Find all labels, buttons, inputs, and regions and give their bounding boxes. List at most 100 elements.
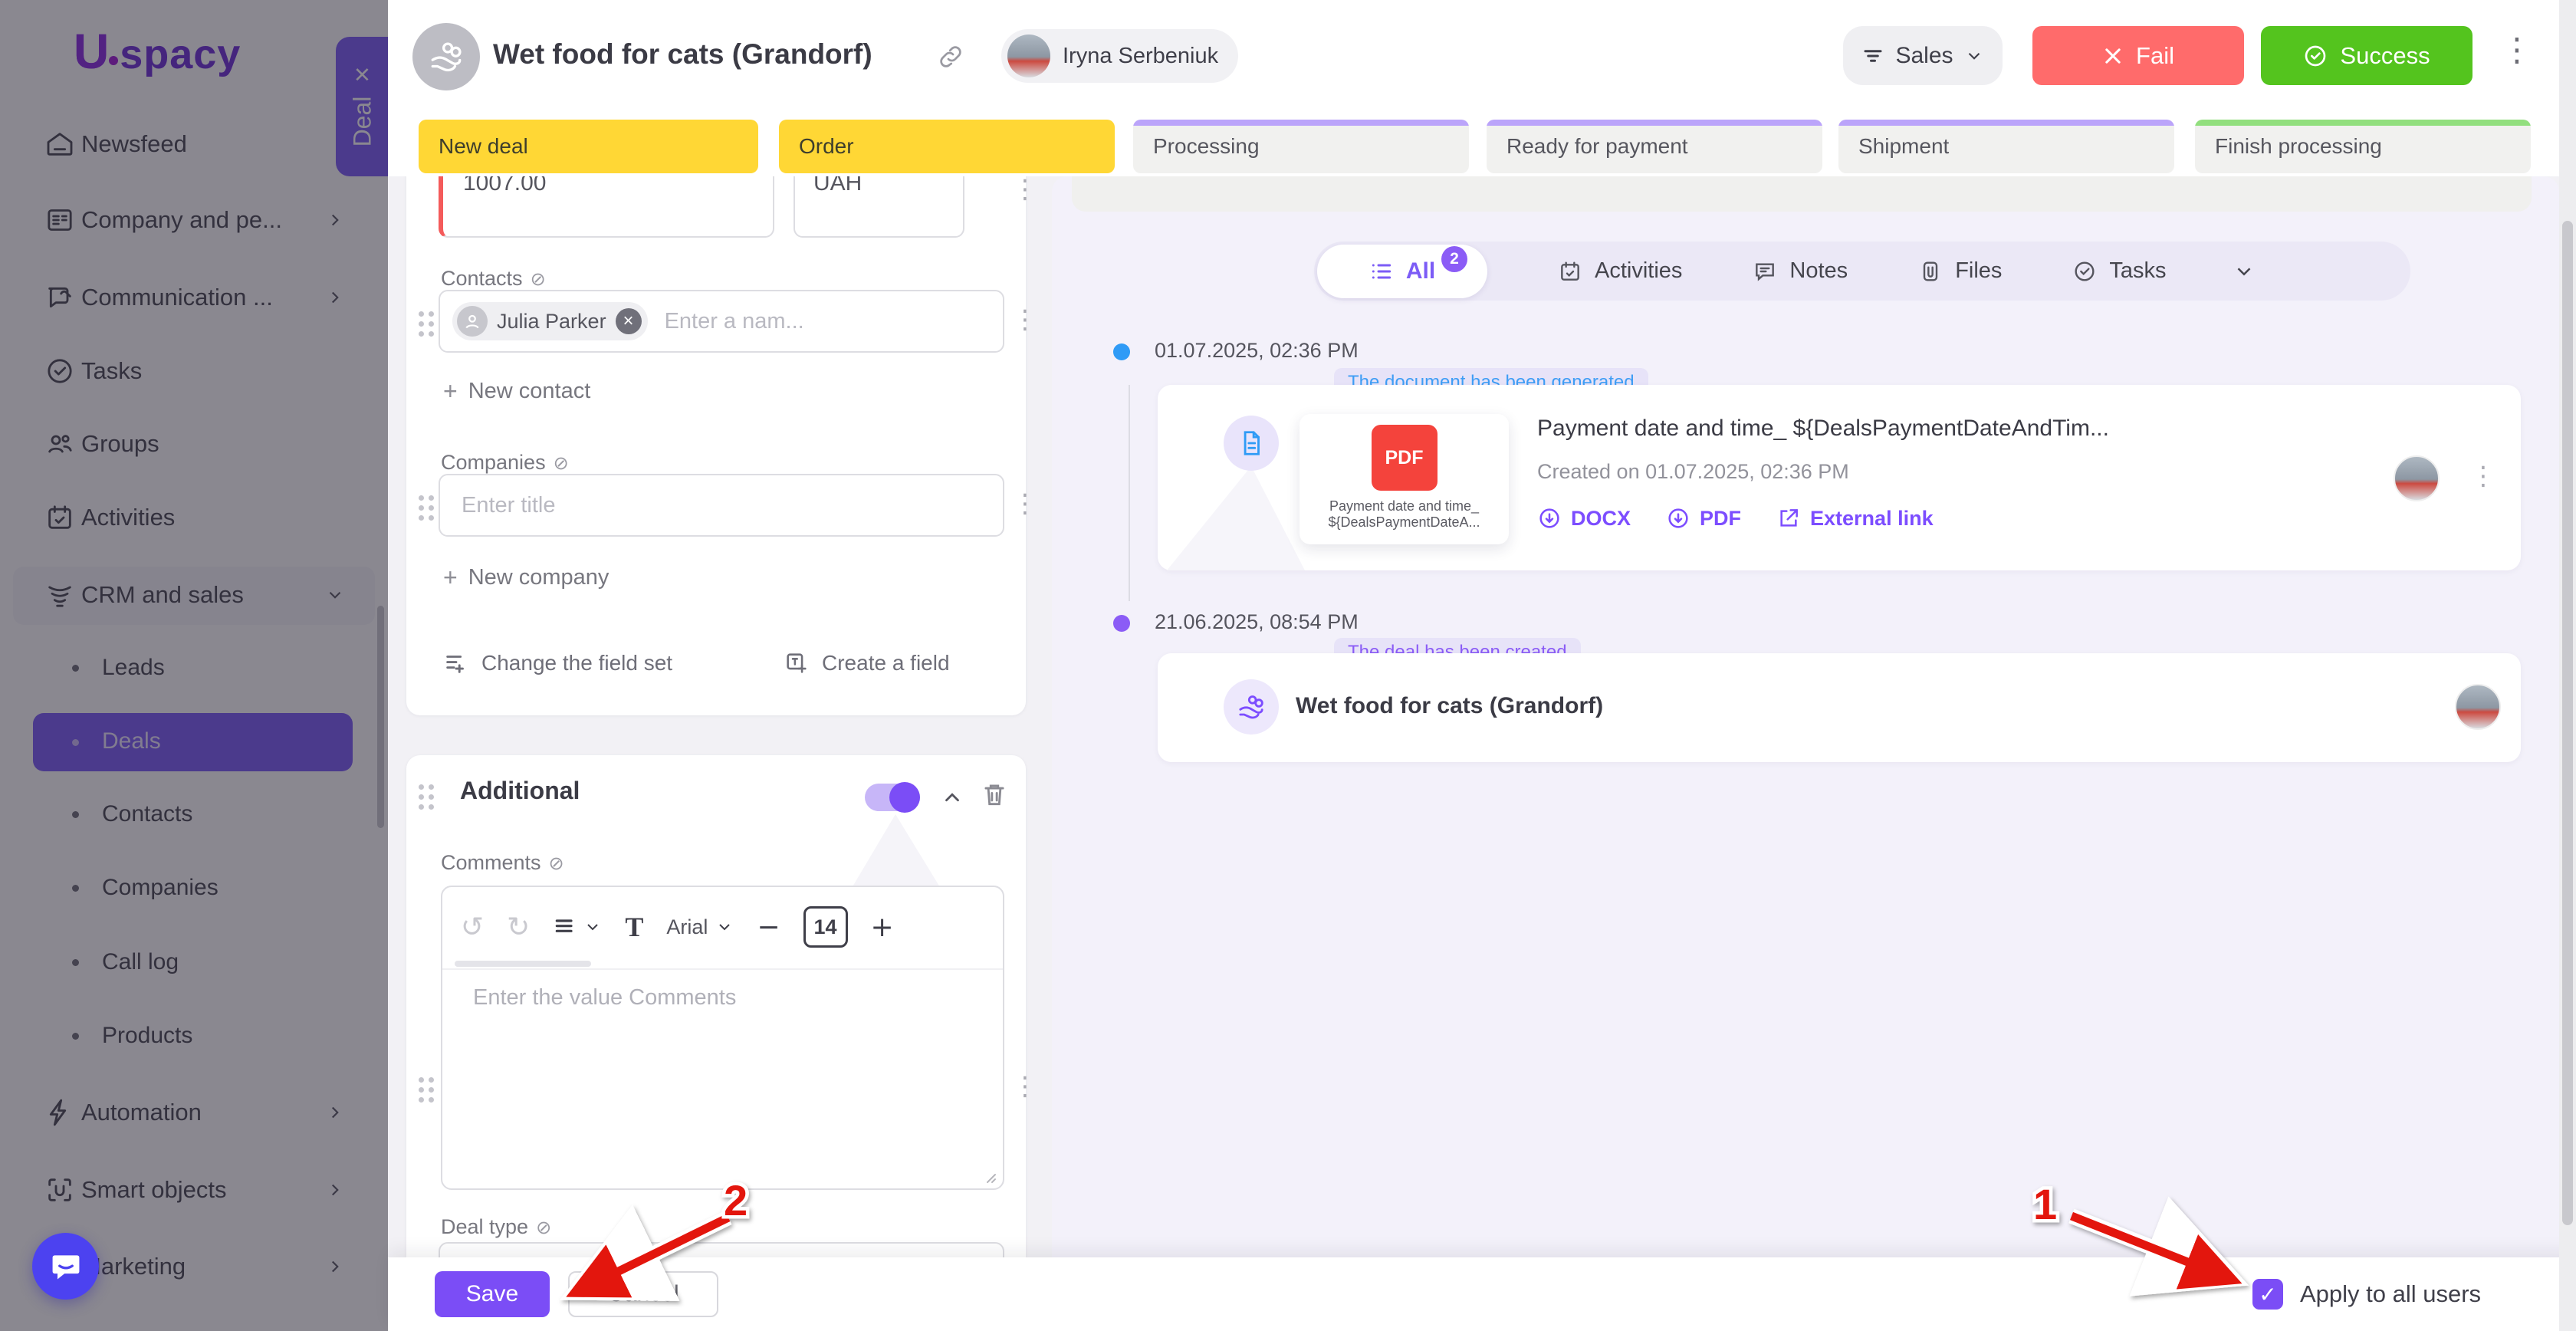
chat-bubble-icon [49,1250,83,1283]
fail-button[interactable]: Fail [2032,26,2244,85]
amount-field[interactable]: 1007.00 [439,176,774,238]
timeline-dot [1113,343,1130,360]
timeline-date: 01.07.2025, 02:36 PM [1155,339,1359,363]
tab-all[interactable]: All 2 [1317,245,1487,298]
new-company-button[interactable]: +New company [443,564,609,592]
stage-label: New deal [439,134,528,159]
stage-new-deal[interactable]: New deal [419,120,758,173]
tab-activities[interactable]: Activities [1558,258,1682,284]
field-menu-icon[interactable]: ⋮ [1012,307,1038,333]
field-menu-icon[interactable]: ⋮ [1012,491,1038,517]
new-contact-button[interactable]: +New contact [443,377,590,406]
font-smaller-icon[interactable]: − [757,912,780,943]
companies-field[interactable]: Enter title [439,474,1004,537]
field-menu-icon[interactable]: ⋮ [1012,176,1038,202]
deal-type-field[interactable] [439,1242,1004,1257]
additional-toggle[interactable] [865,784,920,811]
align-menu[interactable] [553,915,602,939]
assignee-name: Iryna Serbeniuk [1063,44,1218,69]
modal-body: 1007.00 UAH ⋮ Contacts⊘ Julia Parker × E… [388,176,2576,1257]
field-menu-icon[interactable]: ⋮ [1012,1073,1038,1099]
apply-to-all-label: Apply to all users [2300,1280,2481,1308]
calendar-icon [1558,259,1582,284]
stage-order[interactable]: Order [779,120,1115,173]
handshake-icon [427,38,465,76]
stage-ready-for-payment[interactable]: Ready for payment [1487,120,1822,173]
text-style-icon[interactable]: T [625,911,643,943]
font-larger-icon[interactable]: + [871,912,894,943]
modal-dim-overlay [0,0,388,1331]
comments-label: Comments⊘ [441,851,564,875]
stage-processing[interactable]: Processing [1133,120,1469,173]
save-button[interactable]: Save [435,1271,550,1317]
funnel-label: Sales [1895,43,1953,69]
hidden-field-icon: ⊘ [531,268,546,290]
funnel-icon [1861,44,1884,67]
font-size-box[interactable]: 14 [803,906,848,948]
resize-handle-icon[interactable] [983,1170,997,1184]
deal-fields-card: 1007.00 UAH ⋮ Contacts⊘ Julia Parker × E… [406,176,1026,715]
drag-handle[interactable] [419,1077,434,1103]
toggle-knob [889,782,920,813]
deal-event-icon [1224,679,1279,735]
funnel-select[interactable]: Sales [1843,26,2003,85]
page-scrollbar-track[interactable] [2559,0,2576,1331]
apply-to-all-checkbox[interactable]: ✓ [2252,1279,2283,1310]
tab-label: Files [1955,258,2002,284]
create-field-button[interactable]: Create a field [784,650,950,676]
tab-label: Activities [1595,258,1682,284]
undo-icon[interactable]: ↺ [461,912,484,943]
card-pointer [1162,466,1308,570]
comments-editor[interactable]: ↺ ↻ T Arial − 14 + [441,886,1004,1190]
drag-handle[interactable] [419,495,434,521]
editor-toolbar: ↺ ↻ T Arial − 14 + [442,887,1003,967]
success-button[interactable]: Success [2261,26,2472,85]
company-placeholder: Enter title [462,493,556,518]
support-chat-button[interactable] [32,1233,99,1300]
stage-label: Finish processing [2215,134,2382,159]
toolbar-scrollbar[interactable] [455,961,591,967]
create-field-label: Create a field [822,651,950,675]
docx-link[interactable]: DOCX [1537,506,1631,531]
cancel-button[interactable]: Cancel [568,1271,718,1317]
currency-select[interactable]: UAH [794,176,964,238]
list-icon [1369,259,1394,284]
event-menu-icon[interactable]: ⋮ [2470,463,2496,489]
tab-label: All [1406,258,1435,284]
more-menu-icon[interactable]: ⋮ [2501,31,2533,68]
contact-chip[interactable]: Julia Parker × [452,302,648,340]
tab-files[interactable]: Files [1918,258,2002,284]
drag-handle[interactable] [419,311,434,337]
assignee-avatar [1007,35,1050,77]
deal-avatar [412,23,480,90]
trash-icon[interactable] [980,780,1009,809]
stage-shipment[interactable]: Shipment [1838,120,2174,173]
collapse-chevron-icon[interactable] [941,786,964,809]
document-type-icon [1224,416,1279,471]
assignee-pill[interactable]: Iryna Serbeniuk [1001,29,1238,83]
tabs-expand-chevron-icon[interactable] [2233,260,2256,283]
external-link-icon [1776,506,1801,531]
tab-tasks[interactable]: Tasks [2072,258,2166,284]
deal-created-title[interactable]: Wet food for cats (Grandorf) [1296,693,1603,719]
copy-link-icon[interactable] [937,43,964,71]
chevron-down-icon [715,918,734,936]
timeline-connector [1129,385,1130,601]
page-scrollbar-thumb[interactable] [2562,221,2573,1225]
contact-chip-name: Julia Parker [497,310,606,334]
drag-handle[interactable] [419,784,434,810]
document-title[interactable]: Payment date and time_ ${DealsPaymentDat… [1537,416,2109,442]
field-set-icon [443,650,469,676]
redo-icon[interactable]: ↻ [507,912,530,943]
font-family-select[interactable]: Arial [666,915,734,939]
remove-contact-icon[interactable]: × [616,308,642,334]
change-field-set-button[interactable]: Change the field set [443,650,672,676]
external-link[interactable]: External link [1776,506,1934,531]
contacts-field[interactable]: Julia Parker × Enter a nam... [439,290,1004,353]
document-created: Created on 01.07.2025, 02:36 PM [1537,460,1849,484]
hidden-field-icon: ⊘ [554,452,569,474]
pdf-thumbnail[interactable]: PDF Payment date and time_ ${DealsPaymen… [1300,414,1509,544]
stage-finish-processing[interactable]: Finish processing [2195,120,2531,173]
tab-notes[interactable]: Notes [1753,258,1848,284]
pdf-link[interactable]: PDF [1666,506,1741,531]
